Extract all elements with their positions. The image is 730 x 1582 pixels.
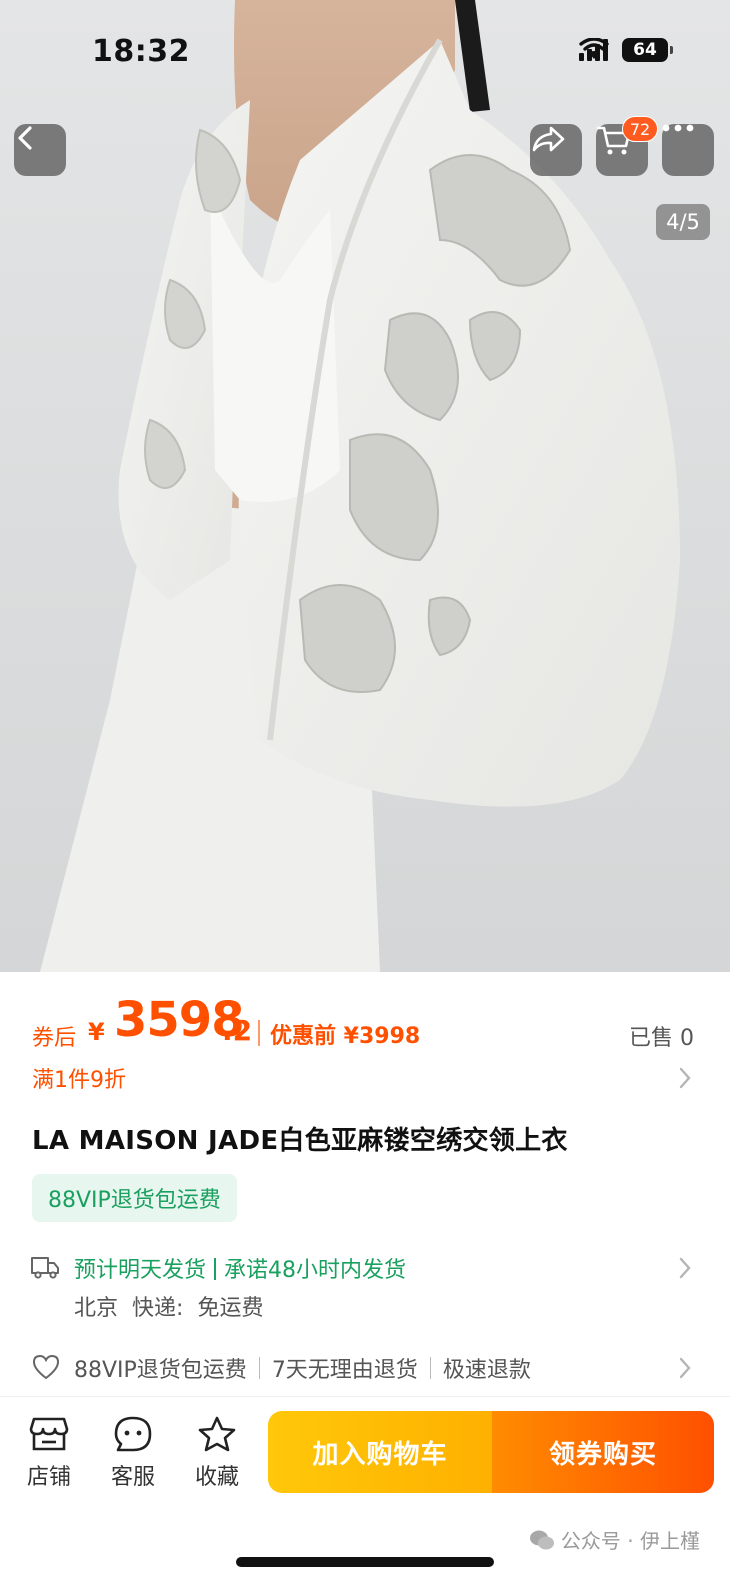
shipping-eta-text: 预计明天发货 [74, 1258, 207, 1283]
guarantee-item: 极速退款 [442, 1358, 531, 1383]
buy-with-coupon-button[interactable]: 领券购买 [492, 1411, 714, 1493]
shipping-method: 快递: [132, 1296, 184, 1321]
cart-count-badge: 72 [622, 116, 658, 142]
coupon-price-label: 券后 [32, 1026, 77, 1051]
store-icon [29, 1417, 69, 1451]
price-row: 券后 ¥ 3598 .2 优惠前 ¥3998 已售 0 [32, 992, 700, 1052]
sold-count: 已售 0 [629, 1026, 694, 1051]
chat-face-icon [114, 1416, 152, 1452]
guarantee-item: 7天无理由退货 [271, 1358, 418, 1383]
divider [258, 1357, 260, 1379]
favorite-button[interactable]: 收藏 [182, 1415, 252, 1491]
original-price: 优惠前 ¥3998 [270, 1024, 421, 1049]
shipping-origin: 北京 [74, 1296, 119, 1321]
chevron-right-icon [679, 1357, 691, 1379]
status-time: 18:32 [92, 34, 190, 69]
discount-text: 满1件9折 [32, 1068, 126, 1093]
shipping-eta: 预计明天发货 承诺48小时内发货 [74, 1252, 406, 1284]
favorite-label: 收藏 [194, 1465, 239, 1490]
product-title: LA MAISON JADE白色亚麻镂空绣交领上衣 [32, 1126, 568, 1156]
service-label: 客服 [110, 1465, 155, 1490]
more-icon [662, 124, 694, 132]
customer-service-button[interactable]: 客服 [98, 1415, 168, 1491]
guarantee-row[interactable]: 88VIP退货包运费 7天无理由退货 极速退款 [30, 1348, 692, 1388]
currency-symbol: ¥ [88, 1018, 105, 1046]
shipping-fee: 免运费 [197, 1296, 264, 1321]
store-button[interactable]: 店铺 [14, 1415, 84, 1491]
cart-button[interactable]: 72 [596, 116, 658, 176]
shipping-details: 北京 快递: 免运费 [74, 1290, 277, 1322]
wechat-icon [529, 1530, 554, 1549]
price-decimal: .2 [222, 1014, 253, 1047]
shipping-promise-text: 承诺48小时内发货 [224, 1258, 407, 1283]
watermark-text: 公众号 · 伊上槿 [560, 1529, 700, 1553]
bottom-action-bar: 店铺 客服 收藏 加入购物车 领券购买 公众号 · 伊上槿 [0, 1396, 730, 1582]
price-divider [258, 1020, 260, 1046]
image-counter: 4/5 [656, 204, 710, 240]
share-icon [532, 126, 565, 152]
heart-shield-icon [32, 1354, 60, 1380]
store-label: 店铺 [26, 1465, 71, 1490]
home-indicator [236, 1557, 494, 1567]
guarantee-list: 88VIP退货包运费 7天无理由退货 极速退款 [74, 1352, 531, 1384]
guarantee-item: 88VIP退货包运费 [74, 1358, 247, 1383]
status-icons: 64 [579, 38, 673, 62]
add-to-cart-button[interactable]: 加入购物车 [268, 1411, 492, 1493]
more-button[interactable] [662, 124, 714, 176]
chevron-left-icon [18, 126, 32, 150]
shipping-row[interactable]: 预计明天发货 承诺48小时内发货 北京 快递: 免运费 [30, 1248, 692, 1328]
discount-row[interactable]: 满1件9折 [32, 1062, 692, 1096]
product-image-carousel[interactable]: 18:32 64 72 4/5 [0, 0, 730, 972]
wifi-icon [579, 38, 609, 59]
star-icon [198, 1416, 236, 1452]
divider [429, 1357, 431, 1379]
back-button[interactable] [14, 124, 66, 176]
chevron-right-icon [679, 1067, 691, 1089]
truck-icon [31, 1257, 59, 1279]
share-button[interactable] [530, 124, 582, 176]
battery-indicator: 64 [622, 38, 673, 62]
watermark: 公众号 · 伊上槿 [529, 1525, 700, 1554]
chevron-right-icon [679, 1257, 691, 1279]
vip-return-tag: 88VIP退货包运费 [32, 1174, 237, 1222]
